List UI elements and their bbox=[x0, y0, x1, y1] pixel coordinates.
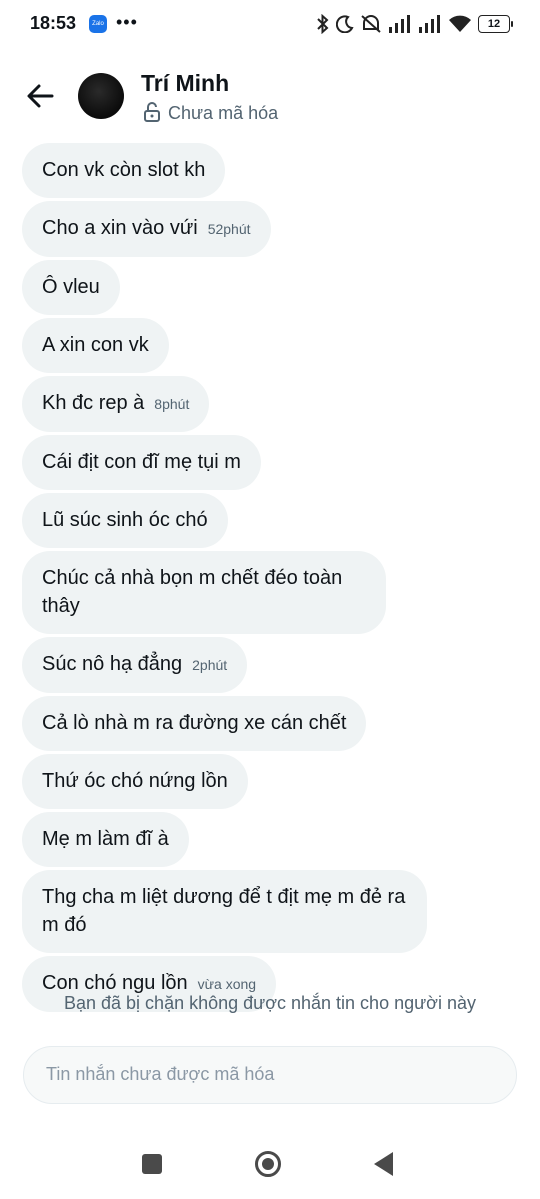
recent-apps-icon[interactable] bbox=[142, 1154, 162, 1174]
message-text: A xin con vk bbox=[42, 334, 149, 356]
back-arrow-icon[interactable] bbox=[22, 78, 58, 114]
message: Cả lò nhà m ra đường xe cán chết bbox=[22, 696, 522, 751]
bluetooth-icon bbox=[317, 14, 329, 34]
message-bubble[interactable]: Con vk còn slot kh bbox=[22, 143, 226, 198]
message: Mẹ m làm đĩ à bbox=[22, 812, 522, 867]
message-bubble[interactable]: Kh đc rep à 8phút bbox=[22, 376, 210, 432]
message: Con vk còn slot kh bbox=[22, 143, 522, 198]
message-text: Con vk còn slot kh bbox=[42, 159, 206, 181]
message-bubble[interactable]: Chúc cả nhà bọn m chết đéo toàn thây bbox=[22, 551, 386, 634]
message: Cho a xin vào vứi 52phút bbox=[22, 201, 522, 257]
message-input[interactable] bbox=[46, 1064, 486, 1085]
more-notifications-icon: ••• bbox=[116, 12, 138, 32]
battery-icon: 12 bbox=[478, 15, 513, 33]
zalo-icon: Zalo bbox=[89, 15, 107, 33]
message: Thứ óc chó nứng lồn bbox=[22, 754, 522, 809]
message-text: Súc nô hạ đẳng bbox=[42, 653, 183, 675]
message: Ô vleu bbox=[22, 260, 522, 315]
contact-name[interactable]: Trí Minh bbox=[141, 70, 229, 97]
message-text: Con chó ngu lồn bbox=[42, 972, 188, 994]
message-text: Lũ súc sinh óc chó bbox=[42, 509, 208, 531]
message-text: Ô vleu bbox=[42, 276, 100, 298]
message-bubble[interactable]: A xin con vk bbox=[22, 318, 169, 373]
status-bar: 18:53 Zalo ••• 12 bbox=[0, 0, 540, 48]
message-bubble[interactable]: Cả lò nhà m ra đường xe cán chết bbox=[22, 696, 367, 751]
system-icons: 12 bbox=[316, 13, 513, 35]
message: Cái địt con đĩ mẹ tụi m bbox=[22, 435, 522, 490]
home-icon[interactable] bbox=[255, 1151, 281, 1177]
message-text: Mẹ m làm đĩ à bbox=[42, 828, 169, 850]
message-bubble[interactable]: Lũ súc sinh óc chó bbox=[22, 493, 228, 548]
message-time: vừa xong bbox=[197, 976, 257, 992]
message-bubble[interactable]: Ô vleu bbox=[22, 260, 120, 315]
message-time: 2phút bbox=[192, 657, 228, 673]
message-text: Chúc cả nhà bọn m chết đéo toàn thây bbox=[42, 567, 343, 617]
message-text: Cái địt con đĩ mẹ tụi m bbox=[42, 451, 241, 473]
system-nav-bar bbox=[0, 1138, 540, 1190]
signal-icon bbox=[389, 15, 410, 33]
message: Kh đc rep à 8phút bbox=[22, 376, 522, 432]
message-bubble[interactable]: Thg cha m liệt dương để t địt mẹ m đẻ ra… bbox=[22, 870, 427, 953]
message: Chúc cả nhà bọn m chết đéo toàn thây bbox=[22, 551, 522, 634]
message: A xin con vk bbox=[22, 318, 522, 373]
message-bubble[interactable]: Cho a xin vào vứi 52phút bbox=[22, 201, 271, 257]
mute-icon bbox=[361, 15, 381, 33]
message-bubble[interactable]: Súc nô hạ đẳng 2phút bbox=[22, 637, 248, 693]
message: Thg cha m liệt dương để t địt mẹ m đẻ ra… bbox=[22, 870, 522, 953]
message-time: 52phút bbox=[207, 221, 251, 237]
message-time: 8phút bbox=[154, 396, 190, 412]
avatar[interactable] bbox=[78, 73, 124, 119]
encryption-status: Chưa mã hóa bbox=[168, 103, 279, 123]
message-composer[interactable] bbox=[23, 1046, 517, 1104]
message-text: Cả lò nhà m ra đường xe cán chết bbox=[42, 712, 347, 734]
moon-icon bbox=[336, 15, 354, 33]
message-bubble[interactable]: Mẹ m làm đĩ à bbox=[22, 812, 189, 867]
signal-icon-2 bbox=[419, 15, 440, 33]
chat-header: Trí Minh Chưa mã hóa bbox=[0, 60, 540, 132]
message-text: Thứ óc chó nứng lồn bbox=[42, 770, 228, 792]
status-time: 18:53 bbox=[30, 13, 77, 33]
message-bubble[interactable]: Cái địt con đĩ mẹ tụi m bbox=[22, 435, 261, 490]
message: Lũ súc sinh óc chó bbox=[22, 493, 522, 548]
blocked-notice: Bạn đã bị chặn không được nhắn tin cho n… bbox=[64, 993, 476, 1013]
unlock-icon bbox=[144, 102, 160, 122]
message-text: Cho a xin vào vứi bbox=[42, 217, 198, 239]
message-text: Kh đc rep à bbox=[42, 392, 145, 414]
message-list: Con vk còn slot kh Cho a xin vào vứi 52ph… bbox=[22, 143, 522, 1015]
message: Súc nô hạ đẳng 2phút bbox=[22, 637, 522, 693]
message-text: Thg cha m liệt dương để t địt mẹ m đẻ ra… bbox=[42, 886, 406, 936]
back-triangle-icon[interactable] bbox=[374, 1152, 393, 1176]
message-bubble[interactable]: Thứ óc chó nứng lồn bbox=[22, 754, 248, 809]
wifi-icon bbox=[449, 15, 471, 32]
